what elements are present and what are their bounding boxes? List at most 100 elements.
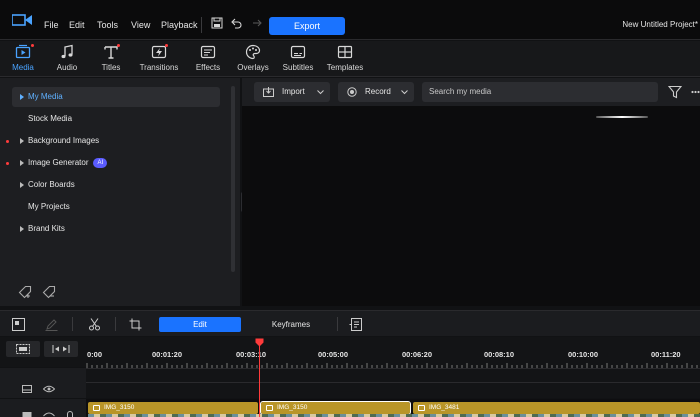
library-item-label: My Projects <box>28 202 70 211</box>
tab-media[interactable]: Media <box>4 41 42 77</box>
save-icon[interactable] <box>211 17 223 29</box>
menu-divider <box>201 17 202 33</box>
clip-video-icon <box>93 405 100 411</box>
subtitle-edit-icon[interactable] <box>349 318 362 331</box>
library-item-color-boards[interactable]: Color Boards <box>12 175 220 195</box>
expand-arrow-icon <box>20 182 24 188</box>
fit-timeline-button[interactable] <box>44 341 78 357</box>
import-label: Import <box>282 87 305 96</box>
track-layout-icon <box>16 344 30 354</box>
track-lock-icon[interactable] <box>64 410 76 417</box>
tab-keyframes[interactable]: Keyframes <box>268 317 314 332</box>
record-button[interactable]: Record <box>338 82 414 102</box>
expand-arrow-icon <box>20 226 24 232</box>
chevron-down-icon <box>317 90 324 95</box>
menu-tools[interactable]: Tools <box>97 20 118 30</box>
menu-playback[interactable]: Playback <box>161 20 198 30</box>
add-tag-icon[interactable] <box>18 285 32 299</box>
track-visibility-eye-icon[interactable] <box>43 411 55 417</box>
timecode-label: 00:06:20 <box>402 350 433 359</box>
title-bar: File Edit Tools View Playback Export New… <box>0 0 700 40</box>
library-scrollbar[interactable] <box>231 86 235 272</box>
export-button[interactable]: Export <box>269 17 345 35</box>
undo-icon[interactable] <box>230 17 242 29</box>
tab-transitions[interactable]: Transitions <box>136 41 182 77</box>
tab-templates-label: Templates <box>326 63 364 72</box>
timecode-label: 00:03:10 <box>236 350 267 359</box>
timeline-toolbar: Edit Keyframes <box>0 310 700 336</box>
library-item-label: Image Generator <box>28 158 89 167</box>
track-layout-button[interactable] <box>6 341 40 357</box>
menu-view[interactable]: View <box>131 20 150 30</box>
library-item-brand-kits[interactable]: Brand Kits <box>12 219 220 239</box>
library-item-label: Brand Kits <box>28 224 65 233</box>
toolbar-divider <box>72 317 73 331</box>
menu-edit[interactable]: Edit <box>69 20 85 30</box>
tab-media-label: Media <box>12 63 34 72</box>
library-item-stock-media[interactable]: Stock Media <box>12 109 220 129</box>
ai-badge: AI <box>93 157 108 168</box>
pen-icon <box>45 319 58 331</box>
tab-audio[interactable]: Audio <box>50 41 84 77</box>
track-visibility-eye-icon[interactable] <box>43 385 55 393</box>
menu-file[interactable]: File <box>44 20 59 30</box>
media-icon <box>15 44 31 59</box>
timecode-label: 00:11:20 <box>651 350 681 359</box>
clip-video-icon <box>418 405 425 411</box>
clip-label: IMG_3150 <box>104 404 135 411</box>
tab-titles[interactable]: Titles <box>94 41 128 77</box>
expand-arrow-icon <box>20 160 24 166</box>
select-tool-icon[interactable] <box>12 318 25 331</box>
more-options-icon[interactable] <box>691 90 700 94</box>
library-item-my-projects[interactable]: My Projects <box>12 197 220 217</box>
templates-icon <box>337 45 353 59</box>
timecode-label: 00:05:00 <box>318 350 349 359</box>
timeline-clip[interactable]: IMG_3150 <box>88 402 258 414</box>
import-button[interactable]: Import <box>254 82 330 102</box>
track-body-video-1[interactable] <box>86 368 700 398</box>
tab-overlays[interactable]: Overlays <box>234 41 272 77</box>
library-item-image-generator[interactable]: Image Generator AI <box>12 153 220 173</box>
subtitles-icon <box>290 45 306 59</box>
new-content-dot <box>165 44 168 47</box>
timeline-clip-selected[interactable]: IMG_3150 <box>260 401 411 415</box>
redo-icon[interactable] <box>251 17 263 29</box>
filter-icon[interactable] <box>668 85 682 99</box>
search-media-input[interactable]: Search my media <box>422 82 658 102</box>
tab-overlays-label: Overlays <box>237 63 269 72</box>
tab-edit[interactable]: Edit <box>159 317 241 332</box>
track-header-video-1 <box>0 368 86 398</box>
record-icon <box>347 87 357 97</box>
media-content-area: Import Record Search my media <box>242 78 700 306</box>
timecode-label: 0:00 <box>87 350 103 359</box>
toolbar-divider <box>337 317 338 331</box>
track-header-video-2 <box>0 399 86 417</box>
playhead-line[interactable] <box>259 345 260 417</box>
timeline-clip[interactable]: IMG_3481 <box>413 402 700 414</box>
library-item-label: Color Boards <box>28 180 75 189</box>
tab-transitions-label: Transitions <box>139 63 179 72</box>
split-scissors-icon[interactable] <box>88 318 101 331</box>
timecode-label: 00:10:00 <box>568 350 599 359</box>
track-video-icon <box>22 385 32 393</box>
crop-icon[interactable] <box>129 318 142 331</box>
timecode-label: 00:08:10 <box>484 350 515 359</box>
timecode-label: 00:01:20 <box>152 350 183 359</box>
track-folder-icon <box>22 412 32 417</box>
playhead-knob-icon[interactable] <box>255 338 264 347</box>
tab-templates[interactable]: Templates <box>324 41 366 77</box>
new-content-dot <box>6 162 9 165</box>
library-item-my-media[interactable]: My Media <box>12 87 220 107</box>
tab-subtitles[interactable]: Subtitles <box>280 41 316 77</box>
remove-tag-icon[interactable] <box>42 285 56 299</box>
clip-label: IMG_3150 <box>277 404 308 411</box>
music-note-icon <box>61 44 73 59</box>
library-item-label: Background Images <box>28 136 100 145</box>
tab-effects[interactable]: Effects <box>190 41 226 77</box>
expand-arrow-icon <box>20 94 24 100</box>
import-icon <box>263 87 274 97</box>
feature-tab-bar: Media Audio Titles Transitions Effects O… <box>0 41 700 77</box>
clip-label: IMG_3481 <box>429 404 460 411</box>
new-content-dot <box>117 44 120 47</box>
library-item-background-images[interactable]: Background Images <box>12 131 220 151</box>
